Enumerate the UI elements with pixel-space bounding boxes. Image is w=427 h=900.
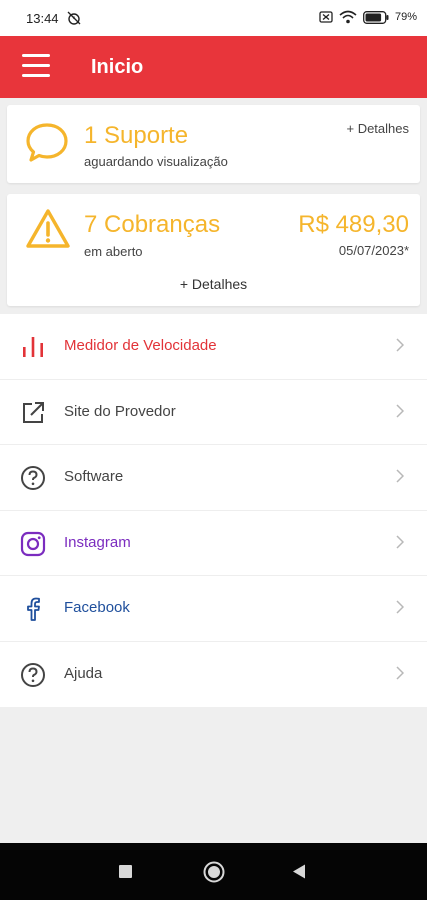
chevron-right-icon [396, 600, 404, 614]
menu-item-software[interactable]: Software [0, 445, 427, 511]
chat-bubble-icon [26, 123, 68, 162]
back-button[interactable] [292, 864, 306, 879]
warning-icon [26, 209, 70, 248]
menu-item-help[interactable]: Ajuda [0, 642, 427, 708]
menu-item-speed-test[interactable]: Medidor de Velocidade [0, 314, 427, 380]
status-time: 13:44 [26, 11, 59, 26]
hamburger-menu-icon[interactable] [22, 54, 50, 78]
billing-amount: R$ 489,30 [298, 211, 409, 238]
chevron-right-icon [396, 469, 404, 483]
app-bar: Inicio [0, 36, 427, 98]
status-indicators: 79% [319, 10, 417, 24]
menu-item-instagram[interactable]: Instagram [0, 511, 427, 576]
status-bar: 13:44 79% [0, 0, 427, 36]
menu-item-label: Medidor de Velocidade [64, 337, 217, 354]
help-circle-icon [21, 662, 45, 687]
chevron-right-icon [396, 338, 404, 352]
page-title: Inicio [91, 56, 144, 78]
recent-apps-button[interactable] [119, 865, 132, 878]
menu-item-facebook[interactable]: Facebook [0, 576, 427, 642]
chevron-right-icon [396, 403, 404, 418]
menu-list: Medidor de Velocidade Site do Provedor S… [0, 314, 427, 707]
billing-details-link[interactable]: + Detalhes [7, 276, 420, 292]
battery-percentage: 79% [394, 11, 417, 23]
menu-item-label: Facebook [64, 599, 130, 616]
billing-status-text: em aberto [84, 244, 143, 259]
chevron-right-icon [396, 665, 404, 680]
support-count-title: 1 Suporte [84, 122, 189, 149]
instagram-icon [20, 531, 46, 556]
external-link-icon [23, 401, 44, 423]
facebook-icon [27, 597, 40, 621]
speed-chart-icon [23, 337, 43, 357]
menu-item-provider-site[interactable]: Site do Provedor [0, 380, 427, 445]
menu-item-label: Software [64, 468, 124, 485]
support-card[interactable]: 1 Suporte aguardando visualização + Deta… [7, 105, 420, 183]
menu-item-label: Ajuda [64, 664, 103, 682]
billing-count-title: 7 Cobranças [84, 211, 221, 238]
support-status-text: aguardando visualização [84, 154, 228, 169]
sim-off-icon [319, 11, 333, 23]
alarm-off-icon [67, 11, 81, 25]
home-button[interactable] [203, 861, 225, 883]
help-circle-icon [21, 466, 45, 490]
battery-icon [363, 10, 389, 24]
wifi-icon [339, 10, 357, 24]
support-details-link[interactable]: + Detalhes [346, 121, 409, 136]
chevron-right-icon [396, 534, 404, 549]
system-navigation-bar [0, 843, 427, 900]
billing-card[interactable]: 7 Cobranças em aberto R$ 489,30 05/07/20… [7, 194, 420, 306]
menu-item-label: Site do Provedor [64, 402, 176, 420]
menu-item-label: Instagram [64, 533, 131, 551]
billing-due-date: 05/07/2023* [338, 243, 409, 258]
